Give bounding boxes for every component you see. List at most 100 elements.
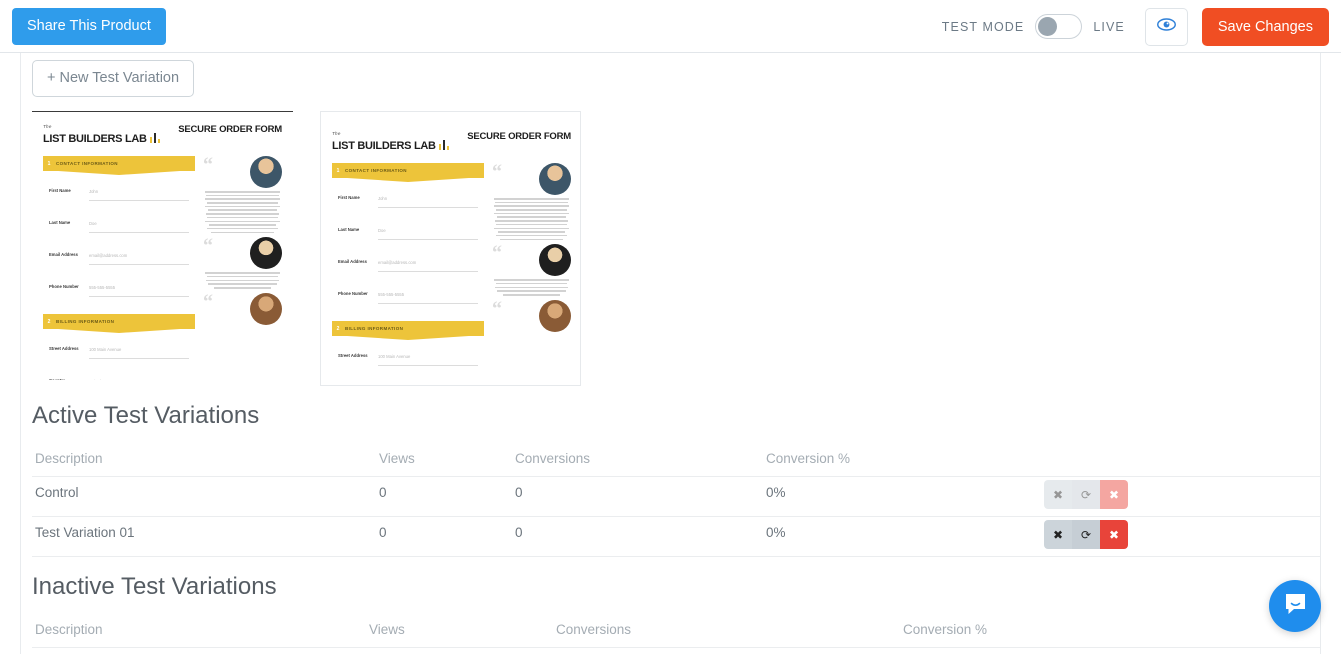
avatar xyxy=(539,163,571,195)
column-header-conversions: Conversions xyxy=(556,622,632,637)
preview-testimonial: “ xyxy=(203,235,282,289)
content-right-divider xyxy=(1320,53,1321,654)
preview-testimonial-text xyxy=(492,279,571,296)
reset-stats-button[interactable]: ⟳ xyxy=(1072,480,1100,509)
inactive-variations-heading: Inactive Test Variations xyxy=(32,573,277,600)
preview-logo-bars-icon xyxy=(149,132,161,143)
preview-field-label: Last Name xyxy=(338,227,360,232)
new-test-variation-button[interactable]: + New Test Variation xyxy=(32,60,195,97)
preview-field-input: Doe xyxy=(89,212,189,233)
preview-field-group: Street Address 100 Main Avenue Country U… xyxy=(332,336,484,385)
preview-field-value: Doe xyxy=(378,228,386,233)
preview-logo-bars-icon xyxy=(438,139,450,150)
quote-mark-icon: “ xyxy=(203,235,213,258)
preview-field-group: Street Address 100 Main Avenue Country U… xyxy=(43,329,195,380)
preview-header: The LIST BUILDERS LAB SECURE ORDER FORM xyxy=(328,131,573,154)
preview-field-input: United States xyxy=(378,377,478,385)
delete-variation-button[interactable]: ✖ xyxy=(1100,480,1128,509)
top-toolbar-right-group: TEST MODE LIVE Save Changes xyxy=(942,0,1329,53)
share-this-product-button[interactable]: Share This Product xyxy=(12,8,166,45)
preview-field: Street Address 100 Main Avenue xyxy=(338,345,478,366)
preview-field-value: 100 Main Avenue xyxy=(89,347,122,352)
row-actions: ✖ ⟳ ✖ xyxy=(1044,480,1128,509)
delete-variation-button[interactable]: ✖ xyxy=(1100,520,1128,549)
avatar xyxy=(250,156,282,188)
preview-field: Street Address 100 Main Avenue xyxy=(49,338,189,359)
column-header-conversion-pct: Conversion % xyxy=(766,451,851,466)
chat-launcher-button[interactable] xyxy=(1269,580,1321,632)
preview-button[interactable] xyxy=(1144,7,1188,46)
preview-section-bar: 2 BILLING INFORMATION xyxy=(43,314,195,329)
quote-mark-icon: “ xyxy=(492,297,502,320)
preview-field-value: 555-555-5555 xyxy=(378,292,405,297)
preview-field-input: John xyxy=(89,180,189,201)
preview-field-input: 555-555-5555 xyxy=(378,283,478,304)
inactive-variations-table: Description Views Conversions Conversion… xyxy=(32,612,1320,654)
preview-field-label: Email Address xyxy=(49,252,78,257)
eye-icon xyxy=(1156,17,1176,36)
preview-logo-text: LIST BUILDERS LAB xyxy=(332,140,436,152)
preview-testimonial: “ xyxy=(203,155,282,234)
toggle-knob xyxy=(1038,17,1058,36)
preview-field-input: 555-555-5555 xyxy=(89,276,189,297)
avatar xyxy=(250,292,282,325)
preview-logo-row: LIST BUILDERS LAB xyxy=(43,129,161,147)
active-variations-heading: Active Test Variations xyxy=(32,402,260,429)
column-header-views: Views xyxy=(379,451,415,466)
variation-thumbnail[interactable]: The LIST BUILDERS LAB SECURE ORDER FORM … xyxy=(320,111,581,386)
order-form-preview: The LIST BUILDERS LAB SECURE ORDER FORM … xyxy=(328,119,573,385)
preview-header: The LIST BUILDERS LAB SECURE ORDER FORM xyxy=(39,124,286,147)
deactivate-variation-button[interactable]: ✖ xyxy=(1044,480,1072,509)
preview-field-label: Street Address xyxy=(338,353,368,358)
preview-field-label: First Name xyxy=(49,188,71,193)
order-form-preview: The LIST BUILDERS LAB SECURE ORDER FORM … xyxy=(32,111,293,380)
cell-description: Test Variation 01 xyxy=(35,525,135,540)
avatar xyxy=(539,244,571,277)
preview-testimonial-text xyxy=(492,198,571,241)
preview-section-number: 1 xyxy=(47,160,51,167)
variation-thumbnail[interactable]: The LIST BUILDERS LAB SECURE ORDER FORM … xyxy=(32,111,293,380)
preview-title: SECURE ORDER FORM xyxy=(178,124,282,135)
preview-section-number: 2 xyxy=(47,318,51,325)
preview-field-input: 100 Main Avenue xyxy=(89,338,189,359)
preview-form-column: 1 CONTACT INFORMATION First Name John La… xyxy=(332,163,484,385)
preview-field-group: First Name John Last Name Doe Email Addr… xyxy=(43,171,195,314)
preview-field: Phone Number 555-555-5555 xyxy=(338,283,478,304)
save-changes-button[interactable]: Save Changes xyxy=(1201,7,1329,46)
column-header-views: Views xyxy=(369,622,405,637)
preview-testimonial-text xyxy=(203,272,282,289)
preview-field-value: John xyxy=(89,189,99,194)
preview-field-value: United States xyxy=(89,379,114,380)
cell-views: 0 xyxy=(379,485,387,500)
preview-section-heading: CONTACT INFORMATION xyxy=(56,161,118,166)
preview-field-input: John xyxy=(378,187,478,208)
content-area: + New Test Variation The LIST BUILDERS L… xyxy=(21,53,1320,654)
preview-logo-block: The LIST BUILDERS LAB xyxy=(43,124,161,147)
preview-field-label: First Name xyxy=(338,195,360,200)
table-divider xyxy=(32,556,1320,557)
preview-body: 1 CONTACT INFORMATION First Name John La… xyxy=(39,155,286,380)
quote-mark-icon: “ xyxy=(203,290,213,313)
column-header-description: Description xyxy=(35,622,103,637)
preview-testimonial-column: “ “ “ xyxy=(203,155,282,380)
live-label: LIVE xyxy=(1093,19,1125,34)
preview-field-value: 555-555-5555 xyxy=(89,285,116,290)
preview-testimonial: “ xyxy=(492,297,571,332)
table-divider xyxy=(32,516,1320,517)
preview-field-input: United States xyxy=(89,370,189,380)
preview-field: Last Name Doe xyxy=(338,219,478,240)
preview-field-group: First Name John Last Name Doe Email Addr… xyxy=(332,178,484,321)
chat-bubble-icon xyxy=(1283,592,1308,621)
test-mode-toggle[interactable] xyxy=(1035,14,1083,39)
reset-stats-button[interactable]: ⟳ xyxy=(1072,520,1100,549)
preview-testimonial: “ xyxy=(492,243,571,296)
preview-testimonial-column: “ “ “ xyxy=(492,161,571,385)
preview-field-input: Doe xyxy=(378,219,478,240)
preview-section-heading: BILLING INFORMATION xyxy=(345,326,404,331)
preview-logo-text: LIST BUILDERS LAB xyxy=(43,133,147,145)
preview-field-value: email@address.com xyxy=(378,260,417,265)
quote-mark-icon: “ xyxy=(492,161,502,183)
deactivate-variation-button[interactable]: ✖ xyxy=(1044,520,1072,549)
preview-section-number: 2 xyxy=(336,325,340,332)
preview-field: Phone Number 555-555-5555 xyxy=(49,276,189,297)
